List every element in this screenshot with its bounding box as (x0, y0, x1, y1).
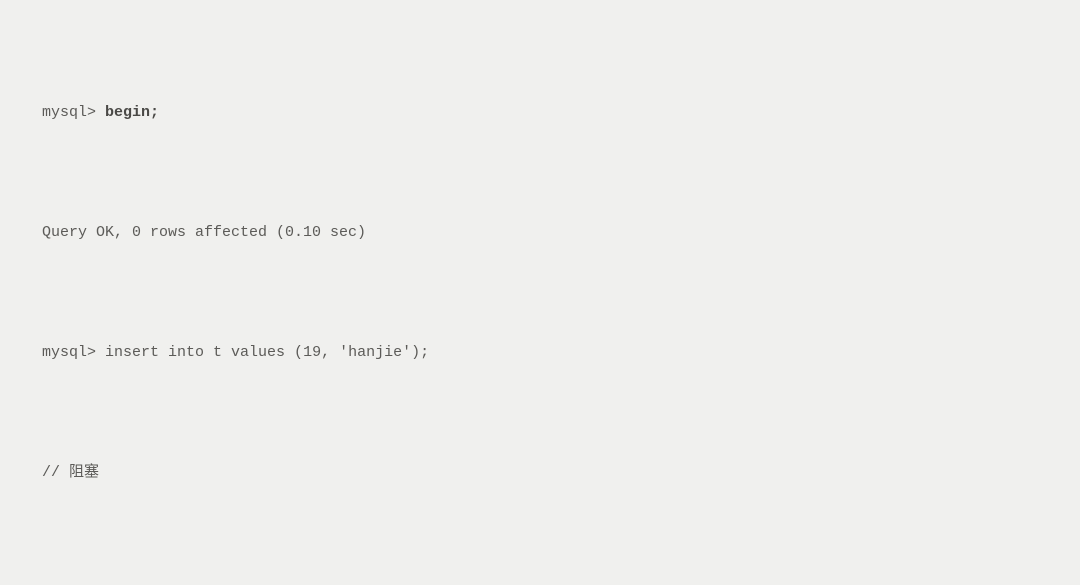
cmd-select-line-1: mysql> select ENGINE_LOCK_ID, ENGINE_TRA… (0, 578, 1080, 585)
cmd-begin-line: mysql> begin; (0, 98, 1080, 128)
mysql-terminal: mysql> begin; Query OK, 0 rows affected … (0, 0, 1080, 585)
comment-block: // 阻塞 (0, 458, 1080, 488)
mysql-prompt: mysql> (42, 104, 96, 121)
cmd-insert: insert into t values (19, 'hanjie'); (105, 344, 429, 361)
resp-begin: Query OK, 0 rows affected (0.10 sec) (0, 218, 1080, 248)
cmd-insert-line: mysql> insert into t values (19, 'hanjie… (0, 338, 1080, 368)
cmd-begin: begin; (105, 104, 159, 121)
mysql-prompt: mysql> (42, 344, 96, 361)
